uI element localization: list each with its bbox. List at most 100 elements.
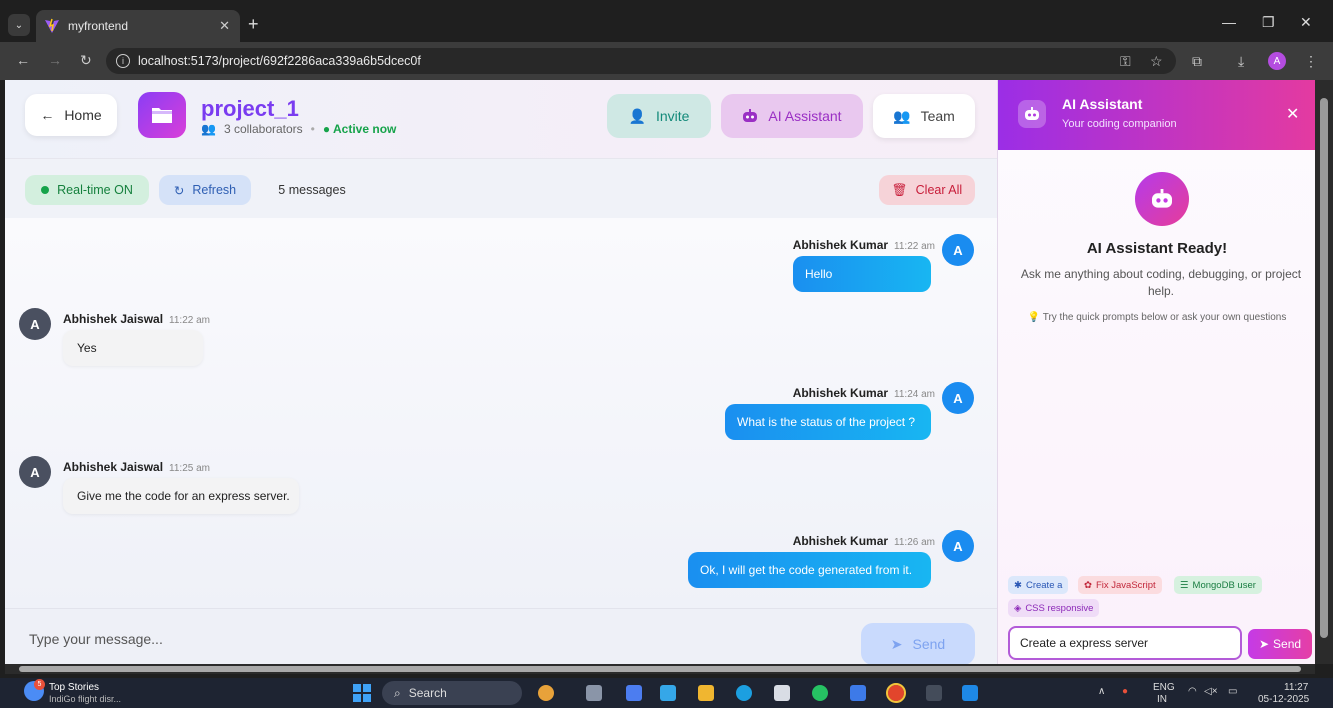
terminal-icon[interactable]	[926, 685, 942, 701]
search-icon: ⌕	[394, 685, 401, 700]
collaborator-count: 3 collaborators	[223, 122, 303, 136]
tab-close-icon[interactable]: ✕	[219, 18, 230, 34]
vite-favicon-icon	[45, 18, 59, 33]
team-button[interactable]: 👥 Team	[873, 94, 975, 138]
home-button[interactable]: ← Home	[25, 94, 117, 136]
quick-prompt-chip[interactable]: ✱ Create a	[1008, 576, 1069, 594]
horizontal-scrollbar[interactable]	[5, 664, 1315, 674]
ai-send-label: Send	[1273, 637, 1302, 651]
clear-all-button[interactable]: 🗑 Clear All	[879, 175, 975, 205]
back-icon[interactable]: ←	[16, 52, 30, 68]
message-count: 5 messages	[278, 183, 346, 197]
store-icon[interactable]	[660, 685, 676, 701]
tray-chevron-icon[interactable]: ∧	[1098, 686, 1105, 697]
quick-prompt-chip[interactable]: ☰ MongoDB user	[1174, 576, 1262, 594]
user-plus-icon: 👤	[628, 107, 646, 124]
chat-toolbar: Real-time ON ↻ Refresh 5 messages 🗑 Clea…	[5, 158, 997, 218]
robot-icon	[1135, 172, 1189, 226]
clock-time[interactable]: 11:27	[1284, 682, 1308, 693]
ai-assistant-panel: AI Assistant Your coding companion ✕ AI …	[997, 80, 1315, 664]
whatsapp-icon[interactable]	[812, 685, 828, 701]
widget-icon[interactable]	[538, 685, 554, 701]
lang-bottom[interactable]: IN	[1157, 694, 1167, 705]
sender-name: Abhishek Kumar	[792, 386, 889, 400]
home-label: Home	[64, 107, 102, 123]
news-title[interactable]: Top Stories	[49, 682, 99, 693]
window-close-icon[interactable]: ✕	[1300, 14, 1312, 31]
tab-search-chevron-icon[interactable]: ⌄	[8, 14, 30, 36]
realtime-toggle[interactable]: Real-time ON	[25, 175, 149, 205]
sender-name: Abhishek Jaiswal	[63, 312, 164, 326]
copilot-icon[interactable]	[626, 685, 642, 701]
message-bubble: Hello	[793, 256, 931, 292]
message-bubble: What is the status of the project ?	[725, 404, 931, 440]
sender-name: Abhishek Jaiswal	[63, 460, 164, 474]
team-icon: 👥	[893, 107, 911, 124]
message-list[interactable]: A Abhishek Kumar 11:22 am Hello A Abhishe…	[5, 218, 997, 608]
robot-icon	[1018, 100, 1046, 128]
status-text: Active now	[333, 122, 397, 136]
edge-icon[interactable]	[736, 685, 752, 701]
quick-prompt-chip[interactable]: ◈ CSS responsive	[1008, 599, 1100, 617]
send-label: Send	[912, 636, 946, 652]
new-tab-icon[interactable]: +	[248, 14, 259, 35]
browser-tab[interactable]: myfrontend ✕	[36, 10, 240, 42]
message-composer: ➤ Send	[5, 608, 997, 664]
folder-icon	[138, 92, 186, 138]
minimize-icon[interactable]: —	[1222, 14, 1236, 30]
password-key-icon[interactable]: ⚿	[1120, 53, 1131, 70]
vertical-scrollbar[interactable]	[1315, 80, 1333, 664]
refresh-button[interactable]: ↻ Refresh	[159, 175, 251, 205]
app-icon[interactable]	[850, 685, 866, 701]
team-icon: 👥	[201, 122, 216, 136]
task-view-icon[interactable]	[586, 685, 602, 701]
invite-button[interactable]: 👤 Invite	[607, 94, 711, 138]
clear-all-label: Clear All	[915, 183, 963, 197]
tray-app-icon[interactable]: ●	[1122, 686, 1128, 697]
team-label: Team	[920, 108, 955, 124]
url-field[interactable]: i localhost:5173/project/692f2286aca339a…	[106, 48, 1176, 74]
download-icon[interactable]: ⤓	[1238, 53, 1244, 70]
message-sender: Abhishek Kumar 11:22 am	[793, 238, 935, 252]
clock-date[interactable]: 05-12-2025	[1258, 694, 1309, 705]
message-time: 11:25 am	[169, 463, 210, 474]
browser-menu-icon[interactable]: ⋮	[1304, 53, 1318, 70]
lang-top[interactable]: ENG	[1153, 682, 1175, 693]
browser-tab-bar: ⌄ myfrontend ✕ + — ❐ ✕	[0, 8, 1333, 42]
search-label: Search	[408, 686, 447, 700]
wifi-icon[interactable]: ◠	[1188, 686, 1197, 697]
bookmark-star-icon[interactable]: ☆	[1150, 53, 1163, 70]
start-icon[interactable]	[353, 684, 371, 702]
battery-icon[interactable]: ▭	[1228, 686, 1237, 697]
browser-tab-title: myfrontend	[68, 19, 129, 33]
chrome-icon[interactable]	[886, 683, 906, 703]
message-time: 11:22 am	[169, 315, 210, 326]
chip-label: MongoDB user	[1192, 579, 1256, 591]
ai-send-button[interactable]: ➤ Send	[1248, 629, 1312, 659]
ai-assistant-button[interactable]: AI Assistant	[721, 94, 863, 138]
file-explorer-icon[interactable]	[698, 685, 714, 701]
volume-icon[interactable]: ◁×	[1204, 686, 1218, 697]
quick-prompt-chip[interactable]: ✿ Fix JavaScript	[1078, 576, 1162, 594]
profile-avatar[interactable]: A	[1268, 52, 1286, 70]
message-bubble: Give me the code for an express server.	[63, 478, 299, 514]
news-subtitle[interactable]: IndiGo flight disr...	[49, 694, 121, 704]
taskbar-search[interactable]: ⌕ Search	[382, 681, 522, 705]
vscode-icon[interactable]	[962, 685, 978, 701]
forward-icon[interactable]: →	[48, 52, 62, 68]
send-button[interactable]: ➤ Send	[861, 623, 975, 664]
close-icon[interactable]: ✕	[1286, 104, 1299, 124]
scroll-thumb[interactable]	[1320, 98, 1328, 638]
ai-prompt-input[interactable]	[1008, 626, 1242, 660]
trash-icon: 🗑	[891, 182, 908, 197]
ai-assistant-label: AI Assistant	[768, 108, 842, 124]
restore-icon[interactable]: ❐	[1262, 14, 1275, 31]
calculator-icon[interactable]	[774, 685, 790, 701]
message-input[interactable]	[29, 623, 829, 655]
site-info-icon[interactable]: i	[116, 54, 130, 68]
reload-icon[interactable]: ↻	[80, 52, 92, 69]
extensions-icon[interactable]: ⧉	[1192, 53, 1202, 70]
message-sender: Abhishek Jaiswal 11:22 am	[63, 312, 210, 326]
scroll-thumb[interactable]	[19, 666, 1301, 672]
invite-label: Invite	[655, 108, 690, 124]
